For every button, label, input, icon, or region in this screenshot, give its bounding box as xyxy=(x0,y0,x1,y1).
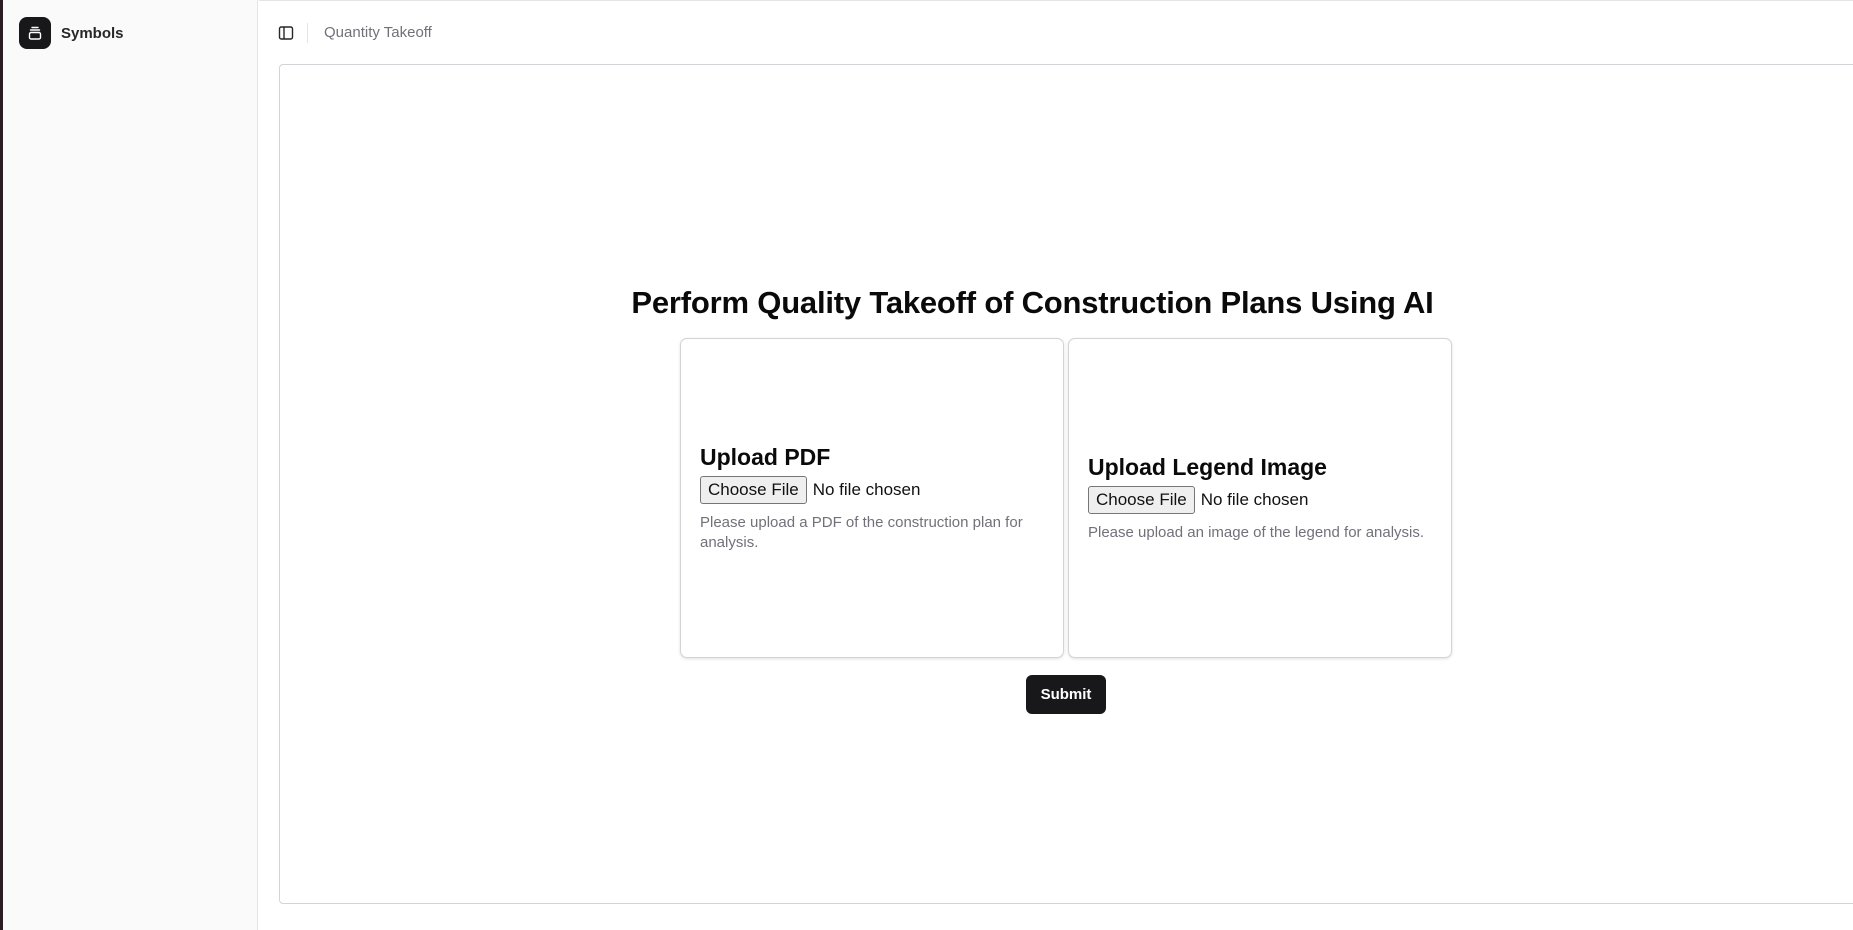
brand-name: Symbols xyxy=(61,24,124,42)
sidebar-toggle-button[interactable] xyxy=(276,23,296,43)
file-status: No file chosen xyxy=(812,480,921,499)
content-panel xyxy=(279,64,1853,904)
upload-pdf-card: Upload PDF Choose File No file chosen Pl… xyxy=(680,338,1064,658)
pdf-file-input[interactable]: Choose File No file chosen xyxy=(700,476,1044,504)
legend-file-input[interactable]: Choose File No file chosen xyxy=(1088,486,1432,514)
topbar: Quantity Takeoff xyxy=(259,0,1853,65)
upload-legend-card: Upload Legend Image Choose File No file … xyxy=(1068,338,1452,658)
breadcrumb: Quantity Takeoff xyxy=(324,24,432,41)
choose-file-button[interactable]: Choose File xyxy=(700,476,807,504)
sidebar-toggle-icon xyxy=(278,26,294,40)
file-status: No file chosen xyxy=(1200,490,1309,509)
app-window: Symbols Quantity Takeoff Perform Quality… xyxy=(0,0,1853,930)
topbar-divider xyxy=(307,23,308,43)
page-title: Perform Quality Takeoff of Construction … xyxy=(631,285,1434,320)
stack-icon xyxy=(19,17,51,49)
submit-button[interactable]: Submit xyxy=(1026,675,1106,714)
card-help-text: Please upload an image of the legend for… xyxy=(1088,524,1425,541)
card-help-text: Please upload a PDF of the construction … xyxy=(700,514,1023,551)
sidebar: Symbols xyxy=(3,0,258,930)
choose-file-button[interactable]: Choose File xyxy=(1088,486,1195,514)
brand-link[interactable]: Symbols xyxy=(19,17,124,49)
card-title: Upload Legend Image xyxy=(1088,454,1327,480)
card-title: Upload PDF xyxy=(700,444,831,470)
